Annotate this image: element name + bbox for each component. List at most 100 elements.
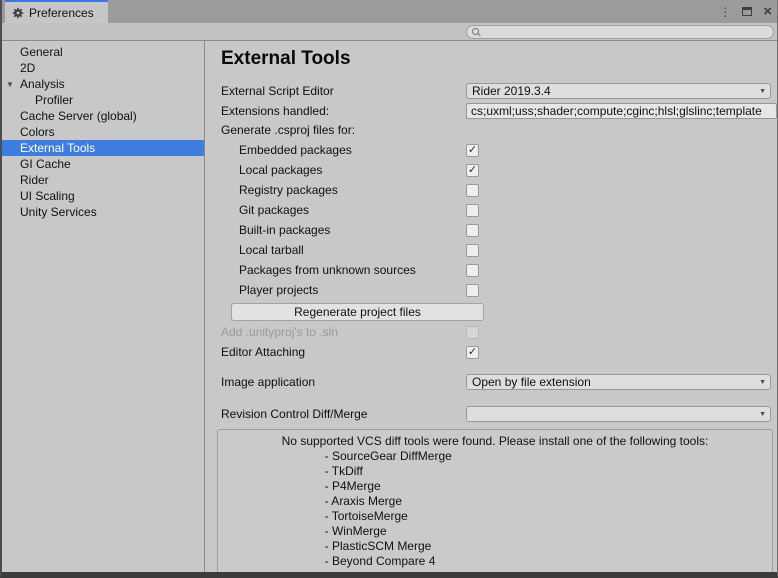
checkbox-built-in-packages[interactable] — [466, 224, 479, 237]
csproj-option-label: Local tarball — [221, 243, 466, 257]
menu-icon[interactable]: ⋮ — [719, 6, 731, 18]
sidebar-item-2d[interactable]: 2D — [2, 60, 204, 76]
csproj-row-local-tarball: Local tarball — [221, 240, 771, 260]
csproj-option-label: Player projects — [221, 283, 466, 297]
revision-control-row: Revision Control Diff/Merge ▼ — [221, 406, 771, 422]
editor-attaching-row: Editor Attaching ✓ — [221, 344, 771, 360]
main-panel: External Tools External Script Editor Ri… — [205, 41, 777, 572]
checkbox-local-tarball[interactable] — [466, 244, 479, 257]
sidebar-item-label: GI Cache — [20, 157, 71, 171]
toolbar — [2, 23, 777, 41]
tab-preferences[interactable]: Preferences — [5, 0, 108, 23]
window-controls: ⋮ × — [719, 0, 772, 23]
checkbox-local-packages[interactable]: ✓ — [466, 164, 479, 177]
gear-icon — [12, 7, 24, 19]
vcs-tool-item: - Araxis Merge — [282, 494, 709, 509]
sidebar-item-label: Profiler — [35, 93, 73, 107]
sidebar-item-external-tools[interactable]: External Tools — [2, 140, 204, 156]
maximize-icon[interactable] — [742, 7, 752, 16]
sidebar-item-general[interactable]: General — [2, 44, 204, 60]
add-unityproj-label: Add .unityproj's to .sln — [221, 325, 466, 339]
foldout-triangle-icon[interactable]: ▼ — [6, 77, 14, 93]
csproj-option-label: Git packages — [221, 203, 466, 217]
generate-csproj-options: Embedded packages✓Local packages✓Registr… — [221, 140, 777, 300]
external-script-editor-label: External Script Editor — [221, 84, 466, 98]
sidebar-item-label: Rider — [20, 173, 49, 187]
extensions-handled-input[interactable]: cs;uxml;uss;shader;compute;cginc;hlsl;gl… — [466, 103, 777, 119]
image-application-row: Image application Open by file extension… — [221, 374, 771, 390]
csproj-row-packages-from-unknown-sources: Packages from unknown sources — [221, 260, 771, 280]
search-field[interactable] — [466, 25, 774, 39]
regenerate-project-files-button[interactable]: Regenerate project files — [231, 303, 484, 321]
chevron-down-icon: ▼ — [759, 88, 766, 95]
csproj-row-registry-packages: Registry packages — [221, 180, 771, 200]
sidebar-item-profiler[interactable]: Profiler — [2, 92, 204, 108]
csproj-row-built-in-packages: Built-in packages — [221, 220, 771, 240]
tab-title: Preferences — [29, 6, 94, 20]
checkbox-git-packages[interactable] — [466, 204, 479, 217]
vcs-tool-item: - P4Merge — [282, 479, 709, 494]
chevron-down-icon: ▼ — [759, 379, 766, 386]
vcs-helpbox: No supported VCS diff tools were found. … — [217, 429, 773, 572]
sidebar-item-label: Cache Server (global) — [20, 109, 137, 123]
sidebar-item-colors[interactable]: Colors — [2, 124, 204, 140]
vcs-tools-list: - SourceGear DiffMerge- TkDiff- P4Merge-… — [282, 449, 709, 569]
vcs-helpbox-intro: No supported VCS diff tools were found. … — [282, 434, 709, 449]
sidebar-item-label: Colors — [20, 125, 55, 139]
csproj-option-label: Built-in packages — [221, 223, 466, 237]
csproj-row-embedded-packages: Embedded packages✓ — [221, 140, 771, 160]
add-unityproj-checkbox — [466, 326, 479, 339]
sidebar-item-label: UI Scaling — [20, 189, 75, 203]
sidebar-item-label: 2D — [20, 61, 35, 75]
generate-csproj-label: Generate .csproj files for: — [221, 123, 777, 137]
csproj-option-label: Registry packages — [221, 183, 466, 197]
sidebar-item-label: General — [20, 45, 63, 59]
close-icon[interactable]: × — [763, 5, 772, 19]
csproj-option-label: Local packages — [221, 163, 466, 177]
titlebar: Preferences ⋮ × — [2, 0, 777, 23]
external-script-editor-row: External Script Editor Rider 2019.3.4 ▼ — [221, 83, 771, 99]
revision-control-dropdown[interactable]: ▼ — [466, 406, 771, 422]
sidebar-item-ui-scaling[interactable]: UI Scaling — [2, 188, 204, 204]
csproj-row-player-projects: Player projects — [221, 280, 771, 300]
page-title: External Tools — [221, 48, 777, 70]
extensions-handled-value: cs;uxml;uss;shader;compute;cginc;hlsl;gl… — [471, 104, 762, 118]
extensions-handled-row: Extensions handled: cs;uxml;uss;shader;c… — [221, 103, 777, 119]
vcs-tool-item: - TkDiff — [282, 464, 709, 479]
checkbox-embedded-packages[interactable]: ✓ — [466, 144, 479, 157]
image-application-value: Open by file extension — [472, 375, 591, 389]
sidebar-item-label: Unity Services — [20, 205, 97, 219]
regenerate-row: Regenerate project files — [221, 303, 777, 321]
csproj-row-git-packages: Git packages — [221, 200, 771, 220]
image-application-label: Image application — [221, 375, 466, 389]
checkbox-player-projects[interactable] — [466, 284, 479, 297]
chevron-down-icon: ▼ — [759, 411, 766, 418]
search-input[interactable] — [481, 26, 773, 38]
extensions-handled-label: Extensions handled: — [221, 104, 466, 118]
sidebar-item-analysis[interactable]: ▼Analysis — [2, 76, 204, 92]
vcs-tool-item: - Beyond Compare 4 — [282, 554, 709, 569]
sidebar-item-cache-server-global[interactable]: Cache Server (global) — [2, 108, 204, 124]
checkbox-packages-from-unknown-sources[interactable] — [466, 264, 479, 277]
editor-attaching-checkbox[interactable]: ✓ — [466, 346, 479, 359]
csproj-row-local-packages: Local packages✓ — [221, 160, 771, 180]
editor-attaching-label: Editor Attaching — [221, 345, 466, 359]
external-script-editor-dropdown[interactable]: Rider 2019.3.4 ▼ — [466, 83, 771, 99]
sidebar-item-unity-services[interactable]: Unity Services — [2, 204, 204, 220]
preferences-window: Preferences ⋮ × General 2D▼AnalysisProfil… — [0, 0, 778, 578]
external-script-editor-value: Rider 2019.3.4 — [472, 84, 551, 98]
sidebar-item-rider[interactable]: Rider — [2, 172, 204, 188]
vcs-tool-item: - WinMerge — [282, 524, 709, 539]
image-application-dropdown[interactable]: Open by file extension ▼ — [466, 374, 771, 390]
vcs-helpbox-text: No supported VCS diff tools were found. … — [282, 434, 709, 569]
sidebar-item-label: External Tools — [20, 141, 95, 155]
vcs-tool-item: - PlasticSCM Merge — [282, 539, 709, 554]
sidebar-item-gi-cache[interactable]: GI Cache — [2, 156, 204, 172]
checkbox-registry-packages[interactable] — [466, 184, 479, 197]
unityproj-row: Add .unityproj's to .sln — [221, 324, 771, 340]
vcs-tool-item: - SourceGear DiffMerge — [282, 449, 709, 464]
search-icon — [472, 28, 481, 37]
window-body: General 2D▼AnalysisProfiler Cache Server (… — [2, 41, 777, 572]
vcs-tool-item: - TortoiseMerge — [282, 509, 709, 524]
csproj-option-label: Embedded packages — [221, 143, 466, 157]
